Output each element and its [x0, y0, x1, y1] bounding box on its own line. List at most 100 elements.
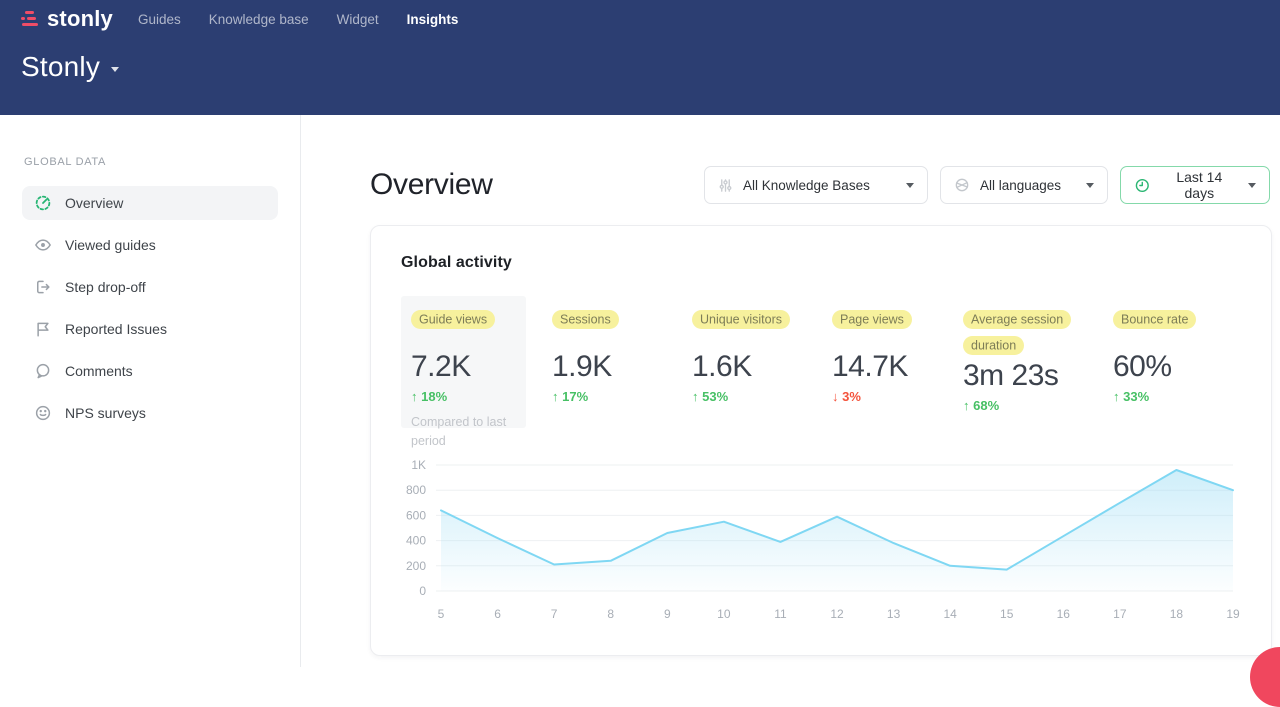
sidebar-item-comments[interactable]: Comments [22, 354, 278, 388]
global-activity-chart: 1K 800 600 400 200 0 5 6 7 8 9 10 11 12 13 14 15 16 17 18 1… [401, 453, 1241, 636]
trend-arrow-icon: ↑ [411, 389, 418, 404]
globe-icon [954, 177, 970, 193]
svg-text:600: 600 [406, 508, 426, 522]
metric-value: 7.2K [411, 350, 516, 384]
eye-icon [34, 236, 52, 254]
svg-text:9: 9 [664, 607, 671, 621]
filter-label: Last 14 days [1161, 169, 1238, 201]
svg-text:200: 200 [406, 559, 426, 573]
svg-text:14: 14 [943, 607, 957, 621]
stonly-logo-text: stonly [47, 6, 113, 32]
metric-value: 3m 23s [963, 359, 1113, 393]
metric-guide-views[interactable]: Guide views 7.2K ↑ 18% Compared to last … [401, 296, 526, 428]
sidebar-item-label: NPS surveys [65, 405, 146, 421]
sidebar-item-label: Overview [65, 195, 123, 211]
metric-value: 14.7K [832, 350, 963, 384]
svg-text:1K: 1K [411, 458, 426, 472]
card-title: Global activity [401, 254, 1241, 272]
sidebar-item-label: Viewed guides [65, 237, 156, 253]
sidebar-item-label: Reported Issues [65, 321, 167, 337]
svg-text:5: 5 [438, 607, 445, 621]
metric-value: 1.6K [692, 350, 832, 384]
sidebar-item-label: Comments [65, 363, 133, 379]
metric-label[interactable]: Guide views [411, 310, 495, 329]
metric-label[interactable]: Page views [832, 310, 912, 329]
svg-text:10: 10 [717, 607, 731, 621]
metric-bounce-rate[interactable]: Bounce rate 60% ↑ 33% [1113, 296, 1196, 428]
sidebar: GLOBAL DATA Overview Viewed guides [0, 115, 301, 667]
sidebar-item-viewed-guides[interactable]: Viewed guides [22, 228, 278, 262]
main-content: Overview All Knowledge Bases [301, 115, 1280, 667]
chevron-down-icon [111, 67, 119, 72]
nav-item-guides[interactable]: Guides [138, 12, 181, 27]
trend-arrow-icon: ↓ [832, 389, 839, 404]
svg-text:7: 7 [551, 607, 558, 621]
svg-text:11: 11 [774, 607, 787, 621]
svg-text:15: 15 [1000, 607, 1014, 621]
svg-text:19: 19 [1226, 607, 1240, 621]
smiley-icon [34, 404, 52, 422]
filter-label: All languages [980, 178, 1061, 193]
gauge-icon [34, 194, 52, 212]
metric-delta: ↓ 3% [832, 389, 963, 404]
workspace-title: Stonly [21, 51, 100, 83]
nav-item-knowledge-base[interactable]: Knowledge base [209, 12, 309, 27]
stonly-logo-icon [20, 11, 40, 28]
flag-icon [34, 320, 52, 338]
filter-bar: All Knowledge Bases All languages [704, 166, 1270, 204]
global-activity-card: Global activity Guide views 7.2K ↑ 18% C… [370, 225, 1272, 656]
metric-delta: ↑ 53% [692, 389, 832, 404]
filter-label: All Knowledge Bases [743, 178, 870, 193]
metric-delta: ↑ 68% [963, 398, 1113, 413]
svg-text:12: 12 [830, 607, 844, 621]
metric-note: Compared to last period [411, 413, 516, 451]
sidebar-item-overview[interactable]: Overview [22, 186, 278, 220]
nav-item-insights[interactable]: Insights [407, 12, 459, 27]
metric-unique-visitors[interactable]: Unique visitors 1.6K ↑ 53% [692, 296, 832, 428]
svg-text:17: 17 [1113, 607, 1127, 621]
sidebar-item-step-drop-off[interactable]: Step drop-off [22, 270, 278, 304]
metric-value: 1.9K [552, 350, 692, 384]
svg-text:400: 400 [406, 534, 426, 548]
metric-sessions[interactable]: Sessions 1.9K ↑ 17% [552, 296, 692, 428]
metric-label[interactable]: Average session duration [963, 310, 1071, 355]
svg-text:6: 6 [494, 607, 501, 621]
chevron-down-icon [1086, 183, 1094, 188]
metric-delta: ↑ 18% [411, 389, 516, 404]
metrics-row: Guide views 7.2K ↑ 18% Compared to last … [401, 296, 1241, 428]
sidebar-item-nps-surveys[interactable]: NPS surveys [22, 396, 278, 430]
clock-icon [1134, 177, 1151, 194]
metric-label[interactable]: Unique visitors [692, 310, 790, 329]
metric-avg-session-duration[interactable]: Average session duration 3m 23s ↑ 68% [963, 296, 1113, 428]
svg-text:18: 18 [1170, 607, 1184, 621]
trend-arrow-icon: ↑ [692, 389, 699, 404]
metric-delta: ↑ 17% [552, 389, 692, 404]
main-nav: Guides Knowledge base Widget Insights [138, 12, 458, 27]
trend-arrow-icon: ↑ [1113, 389, 1120, 404]
workspace-switcher[interactable]: Stonly [0, 38, 1280, 83]
sidebar-item-label: Step drop-off [65, 279, 146, 295]
trend-arrow-icon: ↑ [552, 389, 559, 404]
page-title: Overview [370, 166, 493, 204]
stonly-logo[interactable]: stonly [20, 6, 113, 32]
metric-delta: ↑ 33% [1113, 389, 1196, 404]
metric-value: 60% [1113, 350, 1196, 384]
svg-text:13: 13 [887, 607, 901, 621]
metric-label[interactable]: Bounce rate [1113, 310, 1196, 329]
sidebar-item-reported-issues[interactable]: Reported Issues [22, 312, 278, 346]
step-exit-icon [34, 278, 52, 296]
knowledge-base-filter-dropdown[interactable]: All Knowledge Bases [704, 166, 928, 204]
date-range-dropdown[interactable]: Last 14 days [1120, 166, 1270, 204]
svg-text:16: 16 [1057, 607, 1071, 621]
metric-label[interactable]: Sessions [552, 310, 619, 329]
language-filter-dropdown[interactable]: All languages [940, 166, 1108, 204]
metric-page-views[interactable]: Page views 14.7K ↓ 3% [832, 296, 963, 428]
chevron-down-icon [1248, 183, 1256, 188]
nav-item-widget[interactable]: Widget [337, 12, 379, 27]
svg-text:0: 0 [419, 584, 426, 598]
svg-text:800: 800 [406, 483, 426, 497]
top-navbar: stonly Guides Knowledge base Widget Insi… [0, 0, 1280, 115]
svg-text:8: 8 [607, 607, 614, 621]
sliders-icon [718, 178, 733, 193]
sidebar-section-label: GLOBAL DATA [24, 156, 300, 168]
